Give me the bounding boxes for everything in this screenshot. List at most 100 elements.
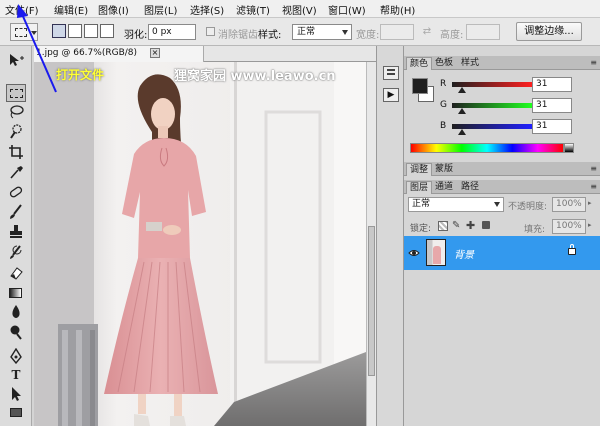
black-white-ramp[interactable] [564, 143, 574, 153]
chevron-down-icon [31, 31, 37, 35]
tab-color[interactable]: 颜色 [406, 57, 433, 70]
anti-alias-checkbox[interactable] [206, 27, 215, 36]
feather-input[interactable]: 0 px [148, 24, 196, 40]
layer-row-background[interactable]: 背景 [404, 236, 600, 270]
menu-file[interactable]: 文件(F) [5, 2, 39, 17]
blur-tool-icon[interactable] [6, 304, 26, 322]
tool-preset-picker[interactable] [10, 23, 38, 41]
brush-tool-icon[interactable] [6, 204, 26, 222]
tab-paths[interactable]: 路径 [458, 181, 482, 194]
toolbox: T [0, 46, 32, 426]
gradient-tool-icon[interactable] [6, 284, 26, 302]
tab-adjustments[interactable]: 调整 [406, 163, 433, 176]
canvas-photo[interactable]: 狸窝家园 www.leawo.cn [34, 62, 366, 426]
tab-masks[interactable]: 蒙版 [432, 163, 456, 176]
document-tab-bar: 1.jpg @ 66.7%(RGB/8) × [34, 46, 376, 62]
vertical-scrollbar[interactable] [366, 62, 376, 426]
rectangle-shape-tool-icon[interactable] [6, 404, 26, 422]
eyedropper-tool-icon[interactable] [6, 164, 26, 182]
quick-select-tool-icon[interactable] [6, 124, 26, 142]
swap-dimensions-icon[interactable]: ⇄ [420, 26, 434, 38]
style-select[interactable]: 正常 [292, 24, 352, 40]
intersect-selection-icon[interactable] [100, 24, 114, 38]
green-value-input[interactable]: 31 [532, 98, 572, 113]
lock-transparency-icon[interactable] [438, 221, 448, 231]
tab-styles[interactable]: 样式 [458, 57, 482, 70]
anti-alias-label: 消除锯齿 [218, 30, 258, 41]
menu-edit[interactable]: 编辑(E) [54, 2, 88, 17]
blend-mode-select[interactable]: 正常 [408, 197, 504, 212]
history-brush-tool-icon[interactable] [6, 244, 26, 262]
menu-image[interactable]: 图像(I) [98, 2, 129, 17]
green-channel-label: G [440, 100, 447, 110]
document-tab[interactable]: 1.jpg @ 66.7%(RGB/8) [34, 46, 204, 62]
fill-label: 填充: [524, 225, 546, 235]
refine-edge-button[interactable]: 调整边缘... [516, 22, 582, 41]
rect-marquee-icon [15, 28, 27, 37]
clone-stamp-tool-icon[interactable] [6, 224, 26, 242]
subtract-selection-icon[interactable] [84, 24, 98, 38]
chevron-right-icon[interactable]: ▸ [588, 199, 592, 207]
height-input[interactable] [466, 24, 500, 40]
opacity-label: 不透明度: [508, 202, 548, 212]
blend-mode-value: 正常 [412, 199, 431, 209]
menu-select[interactable]: 选择(S) [190, 2, 224, 17]
rect-marquee-tool-icon[interactable] [6, 84, 26, 102]
tab-swatches[interactable]: 色板 [432, 57, 456, 70]
actions-panel-icon[interactable]: ▶ [383, 88, 399, 102]
chevron-right-icon[interactable]: ▸ [588, 221, 592, 229]
blue-slider-knob[interactable] [457, 129, 466, 135]
new-selection-icon[interactable] [52, 24, 66, 38]
lasso-tool-icon[interactable] [6, 104, 26, 122]
eraser-tool-icon[interactable] [6, 264, 26, 282]
adjust-panel-tabs: 调整 蒙版 ≡ [404, 162, 600, 176]
tab-channels[interactable]: 通道 [432, 181, 456, 194]
dodge-tool-icon[interactable] [6, 324, 26, 342]
menu-filter[interactable]: 滤镜(T) [236, 2, 270, 17]
path-select-tool-icon[interactable] [6, 386, 26, 404]
style-label: 样式: [258, 30, 282, 41]
document-window: 1.jpg @ 66.7%(RGB/8) × 狸窝家园 www.leawo.cn [34, 46, 376, 426]
panel-menu-icon[interactable]: ≡ [590, 182, 597, 191]
fill-input[interactable]: 100% [552, 219, 586, 234]
close-icon[interactable]: × [150, 48, 160, 58]
blue-value-input[interactable]: 31 [532, 119, 572, 134]
foreground-color-swatch[interactable] [412, 78, 428, 94]
healing-brush-tool-icon[interactable] [6, 184, 26, 202]
move-tool-icon[interactable] [6, 52, 26, 70]
panel-menu-icon[interactable]: ≡ [590, 164, 597, 173]
color-spectrum-ramp[interactable] [410, 143, 564, 153]
menu-layer[interactable]: 图层(L) [144, 2, 177, 17]
red-slider-knob[interactable] [457, 87, 466, 93]
lock-position-icon[interactable]: ✚ [466, 219, 475, 232]
layer-thumbnail [426, 239, 446, 266]
crop-tool-icon[interactable] [6, 144, 26, 162]
scrollbar-thumb[interactable] [368, 226, 375, 376]
options-bar: 羽化: 0 px 消除锯齿 样式: 正常 宽度: ⇄ 高度: 调整边缘... [0, 18, 600, 46]
annotation-label: 打开文件 [56, 68, 105, 82]
panel-menu-icon[interactable]: ≡ [590, 58, 597, 67]
opacity-input[interactable]: 100% [552, 197, 586, 212]
style-select-value: 正常 [297, 27, 316, 37]
green-slider-knob[interactable] [457, 108, 466, 114]
pen-tool-icon[interactable] [6, 347, 26, 366]
history-panel-icon[interactable] [383, 66, 399, 80]
eye-icon[interactable] [408, 247, 420, 259]
lock-all-icon[interactable] [482, 221, 490, 229]
lock-icon [568, 244, 576, 255]
tab-layers[interactable]: 图层 [406, 181, 433, 194]
red-channel-label: R [440, 79, 447, 89]
red-value-input[interactable]: 31 [532, 77, 572, 92]
width-input[interactable] [380, 24, 414, 40]
chevron-down-icon [342, 30, 348, 35]
width-label: 宽度: [356, 30, 380, 41]
add-selection-icon[interactable] [68, 24, 82, 38]
menu-window[interactable]: 窗口(W) [328, 2, 366, 17]
layer-name: 背景 [454, 250, 474, 261]
type-tool-icon[interactable]: T [6, 366, 26, 384]
menu-help[interactable]: 帮助(H) [380, 2, 415, 17]
color-panel-tabs: 颜色 色板 样式 ≡ [404, 56, 600, 70]
feather-label: 羽化: [124, 30, 148, 41]
menu-view[interactable]: 视图(V) [282, 2, 317, 17]
lock-pixels-icon[interactable]: ✎ [452, 220, 460, 231]
